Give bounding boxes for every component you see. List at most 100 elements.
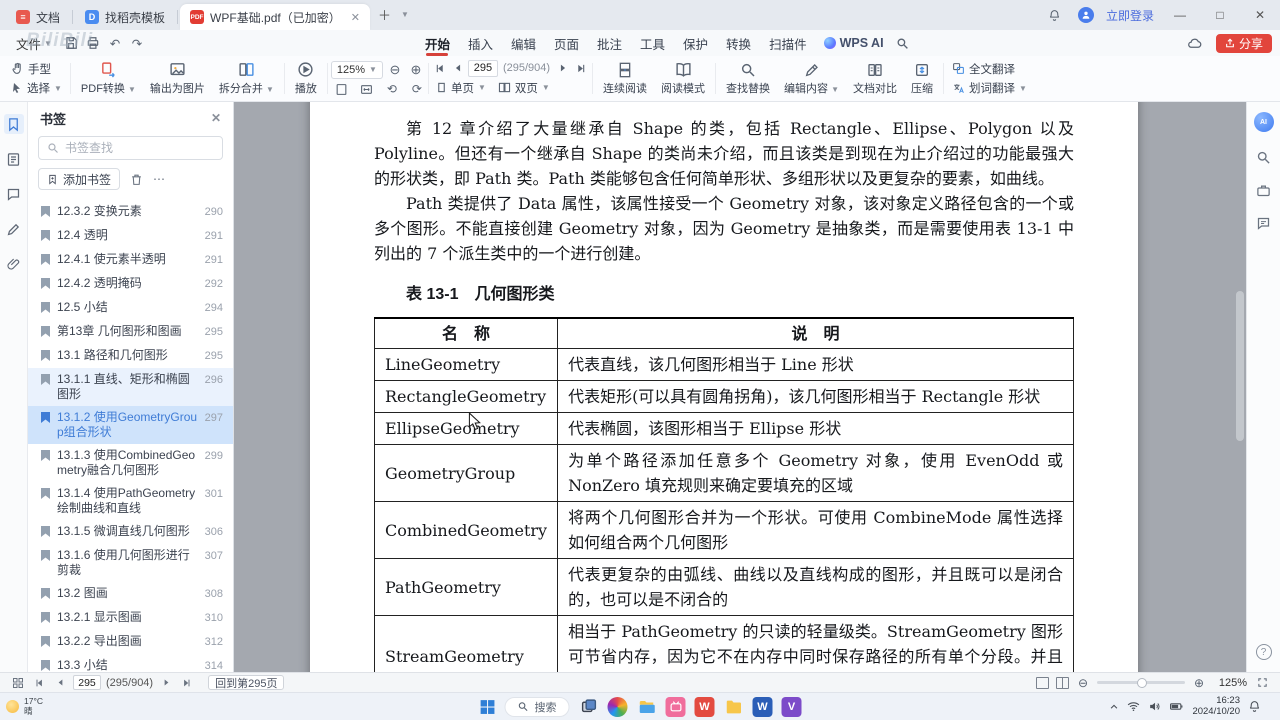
double-page-view-icon[interactable] (1056, 676, 1069, 689)
pdf-viewport[interactable]: 第 12 章介绍了大量继承自 Shape 的类，包括 Rectangle、Ell… (234, 102, 1246, 672)
tab-page[interactable]: 页面 (545, 30, 588, 56)
last-page-icon[interactable] (179, 675, 195, 691)
search-icon[interactable] (892, 34, 914, 52)
zoom-out-button[interactable]: ⊖ (1076, 676, 1090, 690)
tab-list-chevron-icon[interactable]: ▼ (401, 10, 409, 19)
bookmark-item-selected[interactable]: 13.1.2 使用GeometryGroup组合形状 297 (28, 406, 233, 444)
toolbox-icon[interactable] (1256, 183, 1271, 198)
print-icon[interactable] (82, 34, 104, 52)
bilibili-icon[interactable] (665, 696, 686, 717)
bookmark-item[interactable]: 第13章 几何图形和图画 295 (28, 320, 233, 344)
tab-scan[interactable]: 扫描件 (760, 30, 816, 56)
more-options-icon[interactable]: ⋯ (153, 172, 165, 186)
next-page-icon[interactable] (158, 675, 174, 691)
volume-icon[interactable] (1148, 700, 1161, 713)
next-page-icon[interactable] (555, 60, 571, 76)
bookmark-item[interactable]: 13.2.1 显示图画 310 (28, 606, 233, 630)
prev-page-icon[interactable] (52, 675, 68, 691)
zoom-in-button[interactable]: ⊕ (407, 61, 425, 79)
last-page-icon[interactable] (573, 60, 589, 76)
taskbar-search[interactable]: 搜索 (504, 696, 570, 717)
tab-tools[interactable]: 工具 (631, 30, 674, 56)
feedback-icon[interactable] (1256, 216, 1271, 231)
back-to-page-button[interactable]: 回到第295页 (208, 675, 285, 690)
bookmark-item[interactable]: 12.4 透明 291 (28, 224, 233, 248)
page-number-input[interactable] (467, 59, 498, 77)
wps-ai-button[interactable]: WPS AI (816, 36, 892, 50)
avatar[interactable] (1077, 7, 1094, 23)
taskbar-clock[interactable]: 16:23 2024/10/20 (1192, 695, 1240, 717)
scrollbar-thumb[interactable] (1236, 291, 1244, 441)
notification-bell-icon[interactable] (1248, 700, 1261, 713)
help-icon[interactable]: ? (1255, 644, 1272, 660)
folder-icon[interactable] (724, 697, 744, 717)
select-tool-button[interactable]: 选择 ▼ (6, 79, 67, 98)
word-icon[interactable]: W (752, 696, 773, 717)
read-mode-button[interactable]: 阅读模式 (654, 59, 712, 98)
split-merge-button[interactable]: 拆分合并 ▼ (212, 59, 281, 98)
bookmark-item[interactable]: 13.1.6 使用几何图形进行剪裁 307 (28, 544, 233, 582)
redo-icon[interactable]: ↷ (126, 34, 148, 52)
close-button[interactable]: ✕ (1246, 0, 1274, 30)
bookmarks-panel-icon[interactable] (3, 114, 24, 134)
add-bookmark-button[interactable]: 添加书签 (38, 168, 121, 190)
tab-convert[interactable]: 转换 (717, 30, 760, 56)
tab-start[interactable]: 开始 (416, 30, 459, 56)
ai-assistant-icon[interactable]: AI (1253, 112, 1274, 132)
word-translate-button[interactable]: 划词翻译 ▼ (947, 79, 1032, 98)
tab-edit[interactable]: 编辑 (502, 30, 545, 56)
zoom-in-button[interactable]: ⊕ (1192, 676, 1206, 690)
pdf-convert-button[interactable]: PDF转换 ▼ (74, 59, 143, 98)
start-button[interactable] (479, 698, 496, 715)
play-button[interactable]: 播放 (288, 59, 324, 98)
zoom-out-button[interactable]: ⊖ (386, 61, 404, 79)
first-page-icon[interactable] (432, 60, 448, 76)
save-icon[interactable] (60, 34, 82, 52)
new-tab-button[interactable]: ＋ (378, 5, 391, 24)
wps-icon[interactable]: W (694, 696, 715, 717)
full-translate-button[interactable]: 全文翻译 (947, 59, 1032, 78)
rotate-right-icon[interactable]: ⟳ (409, 82, 425, 96)
tab-comment[interactable]: 批注 (588, 30, 631, 56)
prev-page-icon[interactable] (450, 60, 466, 76)
bookmark-item[interactable]: 12.4.2 透明掩码 292 (28, 272, 233, 296)
task-view-icon[interactable] (579, 697, 599, 717)
file-explorer-icon[interactable] (637, 697, 657, 717)
photos-icon[interactable] (607, 696, 628, 717)
login-link[interactable]: 立即登录 (1106, 7, 1154, 24)
bookmark-search[interactable] (38, 136, 223, 160)
visual-studio-icon[interactable]: V (781, 696, 802, 717)
annotation-pen-icon[interactable] (4, 219, 24, 239)
bookmark-item[interactable]: 13.1 路径和几何图形 295 (28, 344, 233, 368)
double-page-button[interactable]: 双页 ▼ (496, 78, 552, 97)
fit-page-icon[interactable] (334, 82, 350, 96)
delete-bookmark-icon[interactable] (130, 173, 143, 186)
zoom-slider[interactable] (1097, 677, 1185, 688)
tab-templates[interactable]: D 找稻壳模板 (75, 4, 175, 30)
battery-icon[interactable] (1169, 700, 1184, 713)
attachments-panel-icon[interactable] (4, 254, 24, 274)
thumbnails-panel-icon[interactable] (4, 149, 24, 169)
wifi-icon[interactable] (1127, 700, 1140, 713)
undo-icon[interactable]: ↶ (104, 34, 126, 52)
bookmark-item[interactable]: 13.1.4 使用PathGeometry绘制曲线和直线 301 (28, 482, 233, 520)
tab-insert[interactable]: 插入 (459, 30, 502, 56)
vertical-scrollbar[interactable] (1236, 106, 1244, 668)
tab-pdf-document[interactable]: PDF WPF基础.pdf（已加密） ✕ (180, 4, 370, 30)
message-bell-icon[interactable] (1044, 6, 1066, 24)
bookmark-item[interactable]: 13.2 图画 308 (28, 582, 233, 606)
tab-home[interactable]: ≡ 文档 (6, 4, 70, 30)
compress-button[interactable]: 压缩 (904, 59, 940, 98)
minimize-button[interactable]: — (1166, 0, 1194, 30)
bookmark-search-input[interactable] (65, 141, 214, 155)
search-doc-icon[interactable] (1256, 150, 1271, 165)
taskbar-weather-widget[interactable]: 17°C 晴 (6, 696, 43, 716)
single-page-view-icon[interactable] (1036, 676, 1049, 689)
bookmark-item[interactable]: 12.3.2 变换元素 290 (28, 200, 233, 224)
export-image-button[interactable]: 输出为图片 (143, 59, 212, 98)
continuous-read-button[interactable]: 连续阅读 (596, 59, 654, 98)
single-page-button[interactable]: 单页 ▼ (434, 78, 488, 97)
bookmark-item[interactable]: 13.1.1 直线、矩形和椭圆图形 296 (28, 368, 233, 406)
zoom-slider-knob[interactable] (1137, 677, 1147, 688)
zoom-select[interactable]: 125% ▼ (330, 60, 383, 79)
